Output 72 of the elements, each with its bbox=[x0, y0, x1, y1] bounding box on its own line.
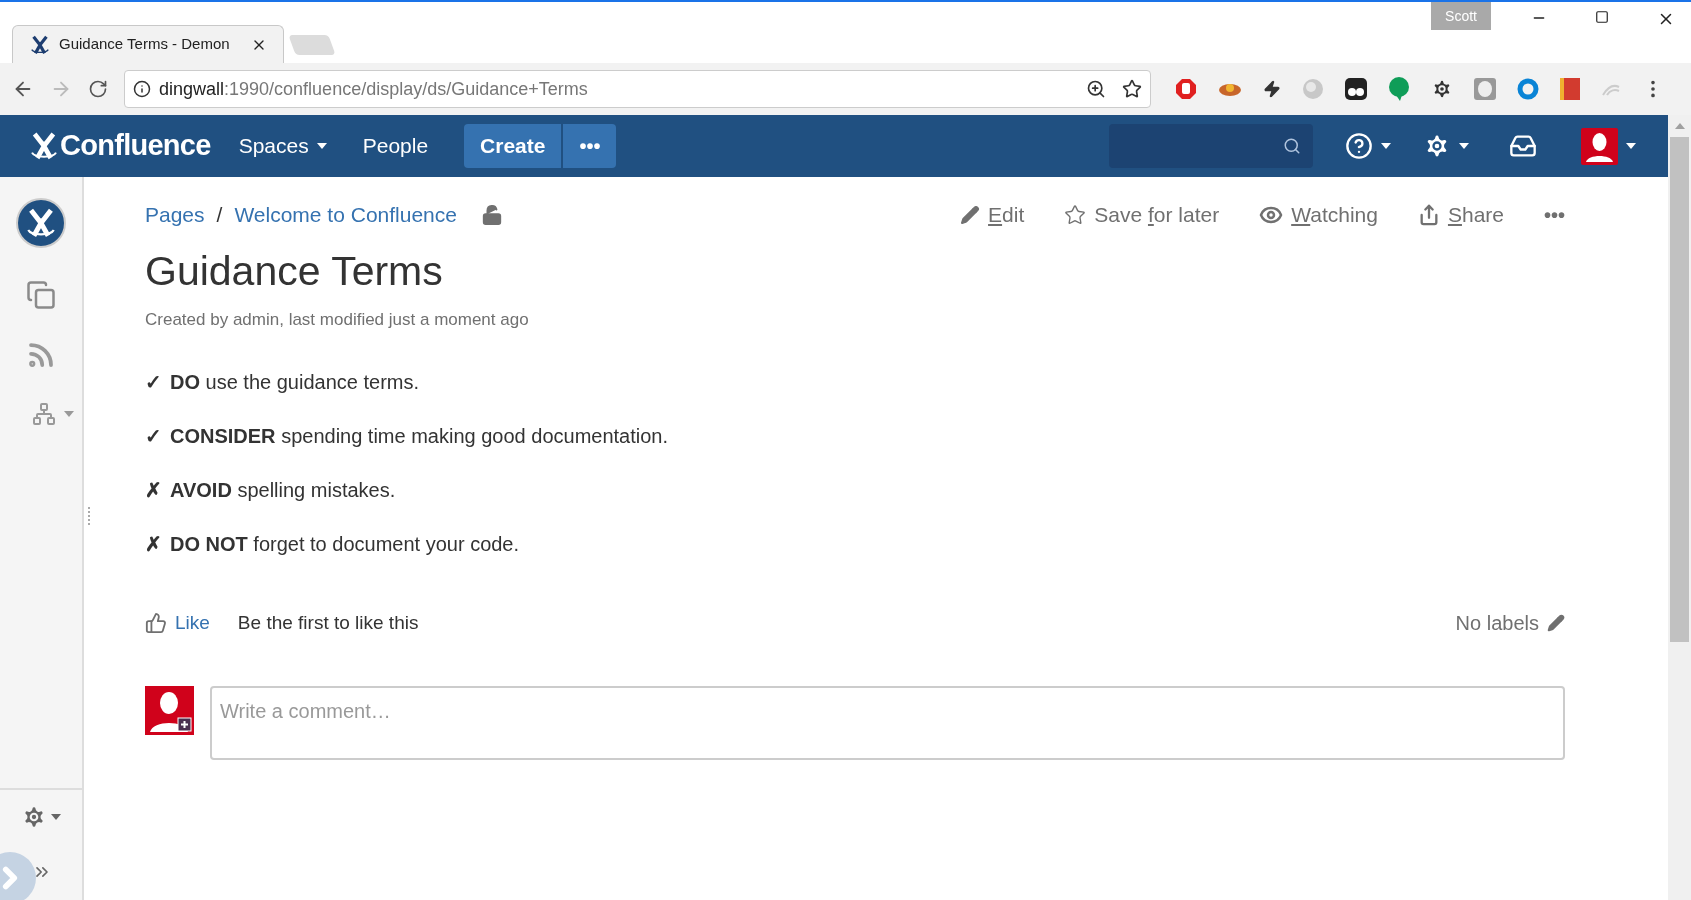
guidance-text: DO use the guidance terms. bbox=[170, 369, 419, 395]
tab-title: Guidance Terms - Demon bbox=[59, 34, 231, 55]
page-byline: Created by admin, last modified just a moment ago bbox=[145, 309, 530, 332]
more-create-button[interactable]: ••• bbox=[563, 124, 617, 168]
nav-link[interactable]: Spaces bbox=[238, 130, 327, 162]
help-icon[interactable] bbox=[1345, 132, 1373, 160]
caret-icon bbox=[1626, 143, 1636, 149]
caret-icon bbox=[1459, 143, 1469, 149]
guidance-mark: ✗ bbox=[145, 477, 162, 503]
confluence-logo[interactable]: Confluence bbox=[28, 124, 211, 168]
page-action-button[interactable]: Save for later bbox=[1064, 199, 1220, 231]
logo-text: Confluence bbox=[60, 128, 211, 164]
caret-icon bbox=[1381, 143, 1391, 149]
caret-icon bbox=[64, 411, 74, 417]
star-icon bbox=[1064, 204, 1087, 226]
guidance-text: DO NOT forget to document your code. bbox=[170, 531, 520, 557]
browser-tab[interactable]: Guidance Terms - Demon bbox=[12, 25, 284, 63]
bookmark-star-icon[interactable] bbox=[1122, 79, 1142, 99]
reload-icon[interactable] bbox=[88, 79, 108, 99]
pencil-icon bbox=[960, 205, 981, 225]
breadcrumb-link[interactable]: Pages bbox=[145, 199, 205, 231]
guidance-mark: ✓ bbox=[145, 423, 162, 449]
logo-icon bbox=[28, 130, 60, 162]
more-actions-button[interactable]: ••• bbox=[1544, 200, 1565, 230]
feed-icon[interactable] bbox=[26, 340, 56, 370]
unlock-icon[interactable] bbox=[480, 204, 503, 226]
labels-text: No labels bbox=[1455, 610, 1539, 636]
breadcrumb-link[interactable]: Welcome to Confluence bbox=[234, 199, 457, 231]
like-button[interactable]: Like bbox=[145, 608, 210, 637]
page-tree-icon[interactable] bbox=[32, 402, 56, 426]
url-host: dingwall bbox=[159, 77, 225, 101]
search-icon bbox=[1283, 137, 1301, 155]
likes-summary: Be the first to like this bbox=[237, 610, 419, 635]
speech-bubble-icon[interactable] bbox=[1388, 77, 1410, 101]
user-avatar-icon[interactable] bbox=[1581, 127, 1618, 165]
book-icon[interactable] bbox=[1560, 78, 1580, 100]
guidance-mark: ✓ bbox=[145, 369, 162, 395]
pages-icon[interactable] bbox=[26, 280, 56, 310]
gear-icon[interactable] bbox=[1431, 78, 1453, 100]
guidance-text: AVOID spelling mistakes. bbox=[170, 477, 396, 503]
page-action-button[interactable]: Edit bbox=[960, 199, 1025, 231]
space-logo[interactable] bbox=[16, 198, 66, 248]
url-path: :1990/confluence/display/ds/Guidance+Terms bbox=[224, 77, 589, 101]
scrollbar[interactable] bbox=[1668, 115, 1691, 900]
address-bar[interactable]: dingwall:1990/confluence/display/ds/Guidance+Terms bbox=[124, 70, 1151, 108]
thumbs-up-icon bbox=[145, 611, 167, 634]
commenter-avatar-icon bbox=[145, 685, 194, 735]
edit-labels-icon[interactable] bbox=[1547, 613, 1565, 632]
page-action-button[interactable]: Watching bbox=[1259, 199, 1378, 231]
space-logo-icon bbox=[24, 206, 58, 240]
comment-field[interactable]: Write a comment… bbox=[210, 685, 1565, 760]
guidance-text: CONSIDER spending time making good documentation. bbox=[170, 423, 669, 449]
page-action-button[interactable]: Share bbox=[1417, 199, 1504, 231]
scrollbar-thumb[interactable] bbox=[1670, 137, 1689, 642]
page-title: Guidance Terms bbox=[145, 247, 444, 296]
guidance-mark: ✗ bbox=[145, 531, 162, 557]
maximize-icon[interactable] bbox=[1595, 10, 1609, 24]
create-button[interactable]: Create bbox=[464, 124, 562, 168]
ring-icon[interactable] bbox=[1517, 78, 1539, 100]
zoom-icon[interactable] bbox=[1086, 79, 1106, 99]
nav-link[interactable]: People bbox=[362, 130, 429, 162]
lightning-icon[interactable] bbox=[1263, 80, 1281, 98]
info-icon bbox=[133, 80, 151, 98]
two-circles-icon[interactable] bbox=[1345, 78, 1367, 100]
search-field[interactable] bbox=[1109, 124, 1313, 168]
caret-icon bbox=[51, 814, 61, 820]
user-badge: Scott bbox=[1431, 2, 1491, 30]
confluence-logo-icon bbox=[29, 33, 51, 56]
breadcrumb-separator: / bbox=[216, 202, 223, 229]
resize-handle-icon[interactable] bbox=[88, 507, 90, 525]
scroll-up-icon bbox=[1674, 123, 1685, 129]
stop-hand-icon[interactable] bbox=[1175, 78, 1197, 100]
